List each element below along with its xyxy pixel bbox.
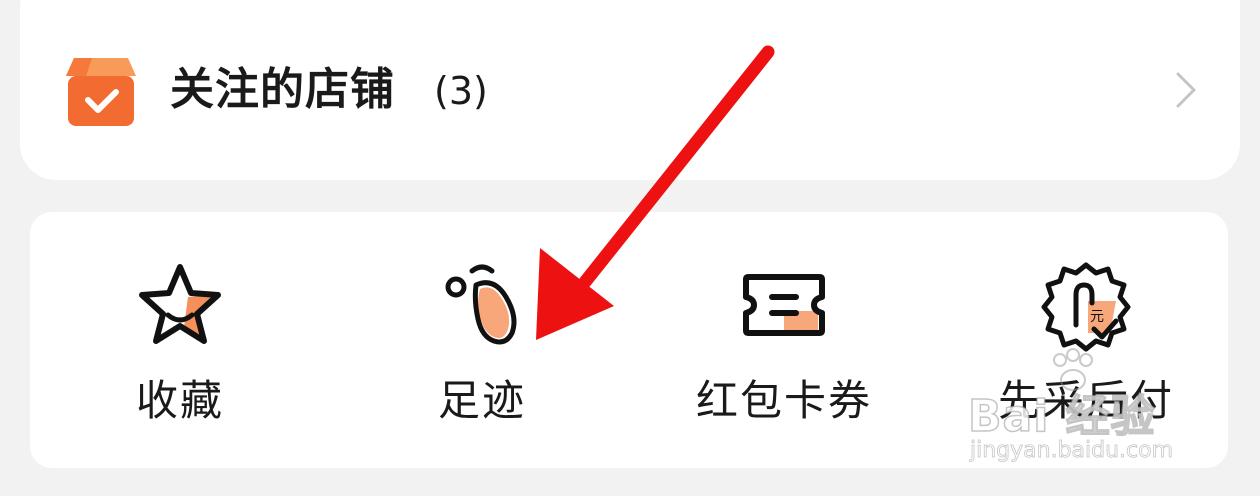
followed-shops-title: 关注的店铺 (170, 64, 395, 115)
chevron-right-icon[interactable] (1172, 68, 1200, 112)
shop-check-icon (66, 58, 136, 126)
page: 关注的店铺 (3) 收藏 足迹 红包卡券 元 先采后付 Bai 经验 jingy… (0, 0, 1260, 496)
followed-shops-count: (3) (434, 69, 488, 113)
quick-action-footprints[interactable]: 足迹 (382, 255, 582, 435)
quick-action-label: 红包卡券 (695, 376, 872, 425)
svg-text:元: 元 (1090, 309, 1104, 325)
quick-action-favorites[interactable]: 收藏 (80, 255, 280, 435)
star-icon (139, 264, 221, 344)
quick-action-pay-later[interactable]: 元 先采后付 (986, 255, 1186, 435)
coupon-icon (743, 274, 825, 336)
footprint-icon (445, 264, 517, 345)
quick-action-label: 收藏 (135, 376, 224, 425)
pay-later-badge-icon: 元 (1041, 262, 1131, 352)
quick-action-label: 足迹 (437, 376, 526, 425)
quick-action-label: 先采后付 (997, 376, 1174, 425)
quick-action-coupons[interactable]: 红包卡券 (684, 255, 884, 435)
